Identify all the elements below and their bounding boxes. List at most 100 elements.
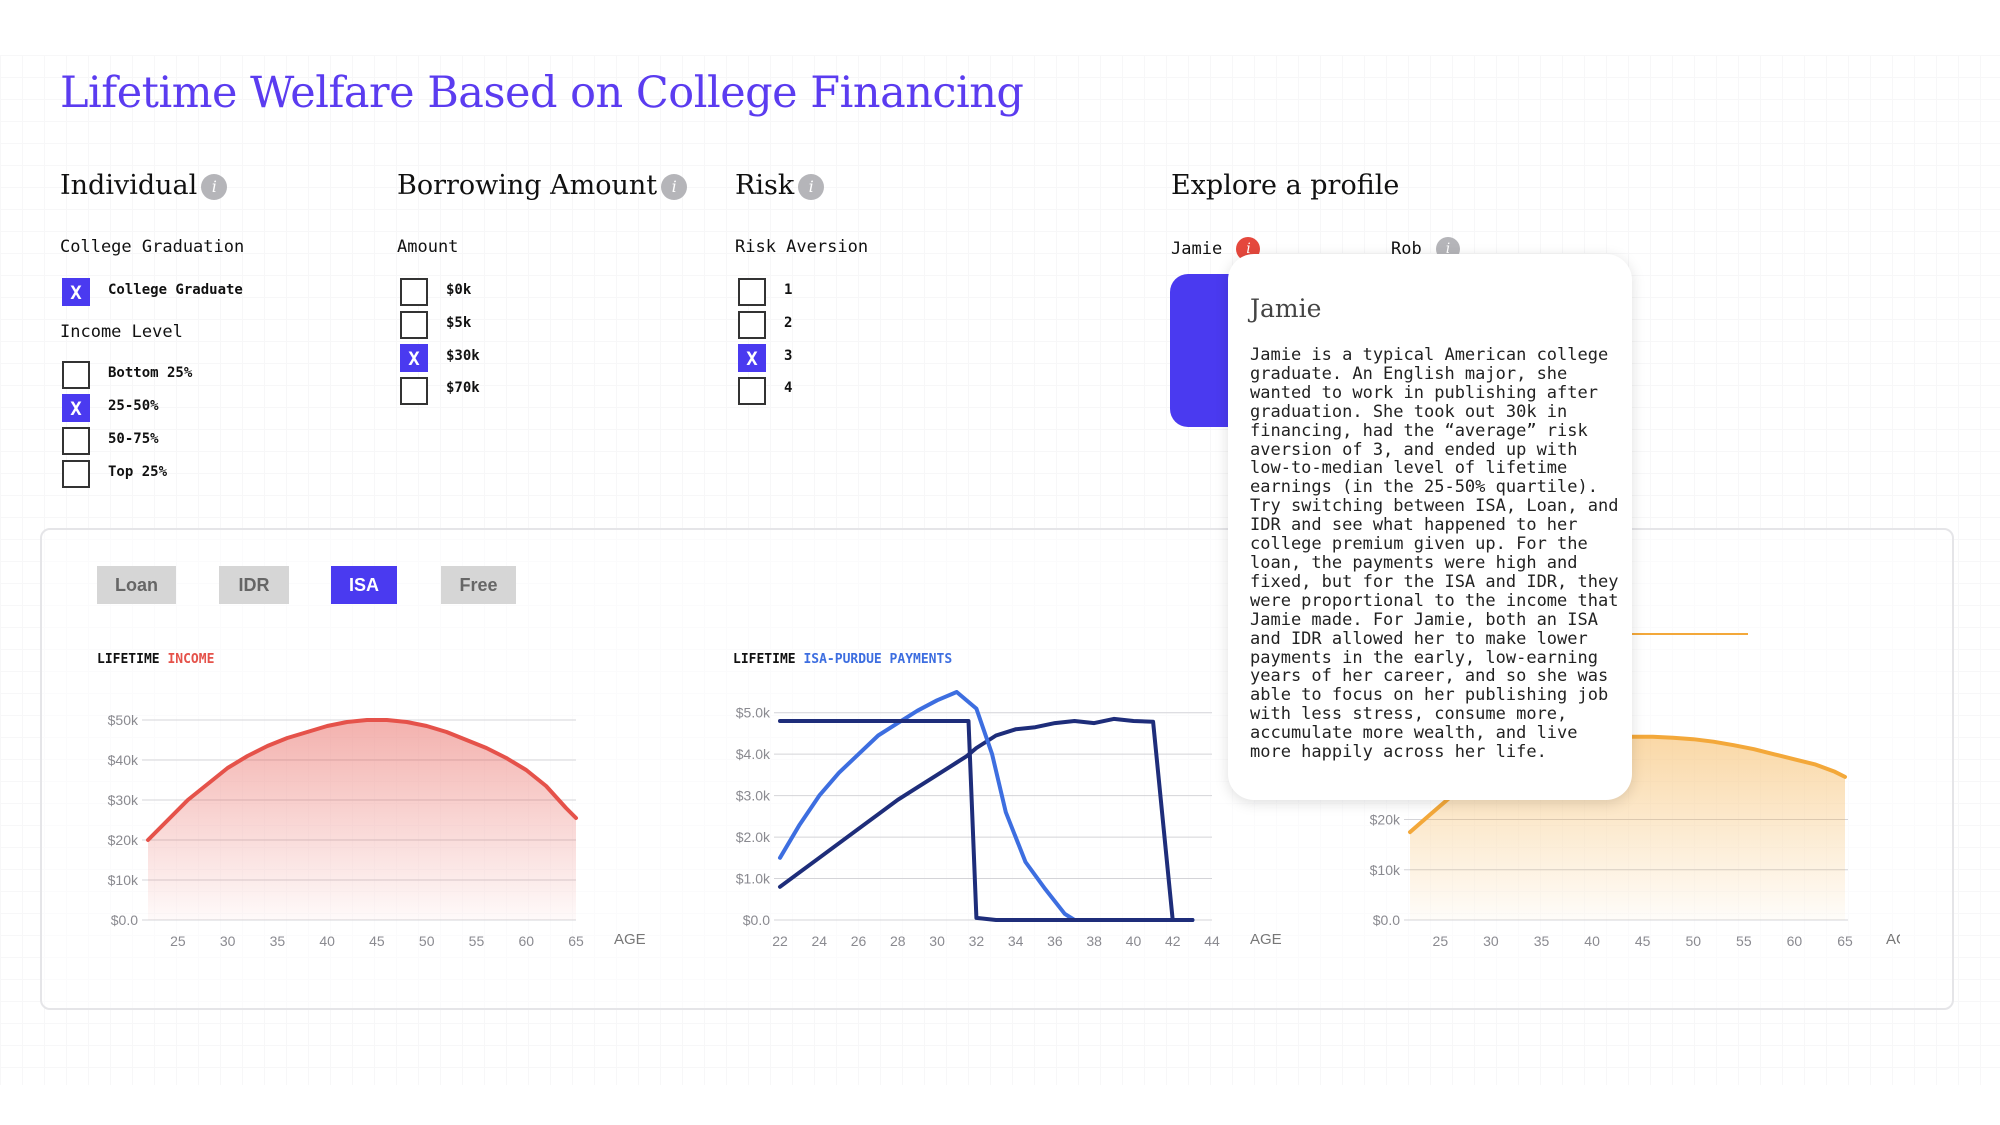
checkbox-label: $5k (446, 315, 472, 331)
section-title-explore: Explore a profile (1171, 170, 1400, 201)
x-tick-label: 35 (1534, 933, 1550, 949)
x-tick-label: 45 (1635, 933, 1651, 949)
checkbox-label: 25-50% (108, 398, 159, 414)
checkbox-30k[interactable]: X (400, 344, 428, 372)
y-tick-label: $1.0k (736, 871, 771, 887)
x-tick-label: 38 (1086, 933, 1102, 949)
x-tick-label: 45 (369, 933, 385, 949)
chart-title-payments: LIFETIME ISA-PURDUE PAYMENTS (733, 652, 952, 667)
checkbox-top-25[interactable] (62, 460, 90, 488)
risk-title: Risk (735, 170, 795, 201)
checkbox-college-graduate[interactable]: X (62, 278, 90, 306)
series-area (148, 720, 576, 920)
x-tick-label: 30 (1483, 933, 1499, 949)
profile-name: Jamie (1171, 239, 1223, 259)
x-tick-label: 55 (469, 933, 485, 949)
x-tick-label: 44 (1204, 933, 1220, 949)
checkbox-label: Top 25% (108, 464, 168, 480)
checkbox-label: 3 (784, 348, 793, 364)
x-tick-label: 35 (270, 933, 286, 949)
chart-title-highlight: INCOME (167, 652, 215, 667)
x-tick-label: 22 (772, 933, 788, 949)
checkbox-0k[interactable] (400, 278, 428, 306)
y-tick-label: $10k (108, 872, 139, 888)
x-tick-label: 24 (811, 933, 827, 949)
info-icon[interactable]: i (661, 173, 688, 200)
x-tick-label: 32 (969, 933, 985, 949)
checkbox-25-50[interactable]: X (62, 394, 90, 422)
x-tick-label: 36 (1047, 933, 1063, 949)
info-icon[interactable]: i (201, 173, 228, 200)
chart-title-highlight: ISA-PURDUE PAYMENTS (803, 652, 953, 667)
x-tick-label: 42 (1165, 933, 1181, 949)
series-line (778, 690, 1195, 922)
page-title: Lifetime Welfare Based on College Financ… (60, 68, 1024, 118)
x-tick-label: 30 (220, 933, 236, 949)
checkbox-risk-2[interactable] (738, 311, 766, 339)
x-tick-label: 34 (1008, 933, 1024, 949)
series-line (778, 719, 1195, 922)
tab-idr[interactable]: IDR (219, 566, 289, 604)
x-tick-label: 25 (170, 933, 186, 949)
x-tick-label: 25 (1433, 933, 1449, 949)
checkbox-label: 4 (784, 380, 793, 396)
x-tick-label: 60 (1787, 933, 1803, 949)
y-tick-label: $2.0k (736, 829, 771, 845)
y-tick-label: $0.0 (111, 912, 138, 928)
x-tick-label: 30 (929, 933, 945, 949)
chart-title-prefix: LIFETIME (97, 652, 160, 667)
info-icon[interactable]: i (798, 173, 825, 200)
checkbox-risk-3[interactable]: X (738, 344, 766, 372)
x-tick-label: 50 (419, 933, 435, 949)
x-tick-label: 40 (1584, 933, 1600, 949)
y-tick-label: $50k (108, 712, 139, 728)
popup-name: Jamie (1250, 294, 1322, 323)
x-axis-unit-label: AGE (1886, 931, 1900, 948)
checkbox-label: Bottom 25% (108, 365, 193, 381)
y-tick-label: $3.0k (736, 788, 771, 804)
chart-title-income: LIFETIME INCOME (97, 652, 214, 667)
checkbox-label: $70k (446, 380, 480, 396)
checkbox-label: 2 (784, 315, 793, 331)
amount-label: Amount (397, 237, 459, 257)
checkbox-risk-4[interactable] (738, 377, 766, 405)
y-tick-label: $40k (108, 752, 139, 768)
x-tick-label: 40 (319, 933, 335, 949)
x-axis-unit-label: AGE (614, 931, 646, 948)
section-title-risk: Risk i (735, 170, 825, 201)
checkbox-70k[interactable] (400, 377, 428, 405)
x-tick-label: 26 (851, 933, 867, 949)
checkbox-risk-1[interactable] (738, 278, 766, 306)
checkbox-label: $30k (446, 348, 480, 364)
checkbox-50-75[interactable] (62, 427, 90, 455)
section-title-borrowing: Borrowing Amount i (397, 170, 688, 201)
individual-title: Individual (60, 170, 198, 201)
checkbox-5k[interactable] (400, 311, 428, 339)
popup-description: Jamie is a typical American college grad… (1250, 345, 1619, 763)
x-tick-label: 60 (518, 933, 534, 949)
y-tick-label: $30k (108, 792, 139, 808)
checkbox-label: 50-75% (108, 431, 159, 447)
tab-isa[interactable]: ISA (331, 566, 397, 604)
y-tick-label: $10k (1370, 862, 1401, 878)
checkbox-bottom-25[interactable] (62, 361, 90, 389)
y-tick-label: $20k (1370, 812, 1401, 828)
y-tick-label: $0.0 (1373, 912, 1400, 928)
y-tick-label: $4.0k (736, 746, 771, 762)
checkbox-label: College Graduate (108, 282, 243, 298)
income-chart: $0.0 $10k $20k $30k $40k $50k 25 30 35 40 45 50 55 60… (108, 712, 646, 949)
checkbox-label: $0k (446, 282, 472, 298)
x-tick-label: 28 (890, 933, 906, 949)
tab-free[interactable]: Free (441, 566, 516, 604)
y-tick-label: $20k (108, 832, 139, 848)
chart-title-prefix: LIFETIME (733, 652, 796, 667)
tab-loan[interactable]: Loan (97, 566, 176, 604)
x-tick-label: 50 (1685, 933, 1701, 949)
risk-aversion-label: Risk Aversion (735, 237, 869, 257)
x-axis-unit-label: AGE (1250, 931, 1282, 948)
y-tick-label: $5.0k (736, 705, 771, 721)
x-tick-label: 55 (1736, 933, 1752, 949)
x-tick-label: 65 (568, 933, 584, 949)
y-tick-label: $0.0 (743, 912, 770, 928)
graduation-label: College Graduation (60, 237, 245, 257)
